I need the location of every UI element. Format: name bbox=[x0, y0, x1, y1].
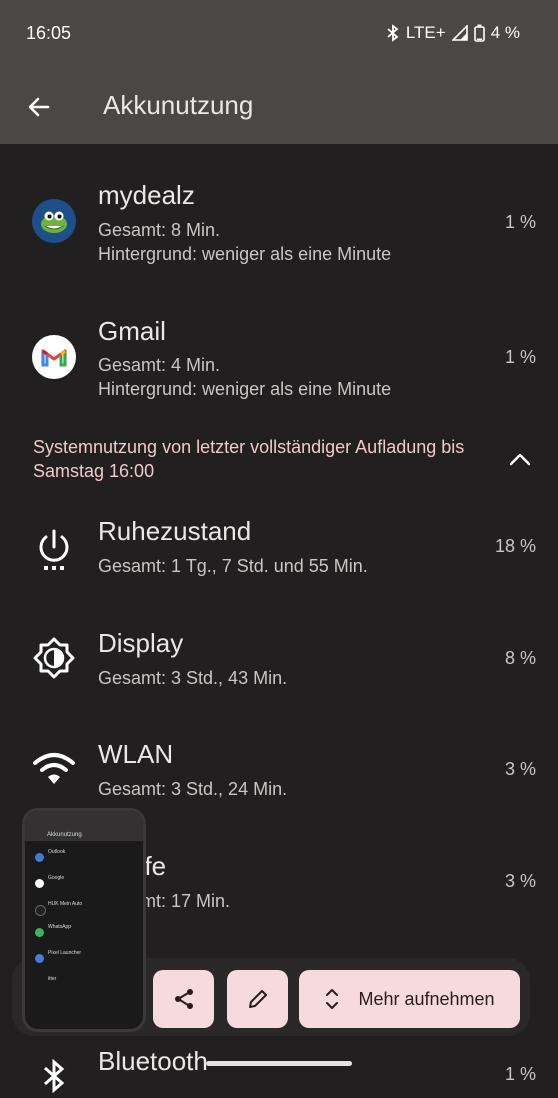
chevron-up-icon bbox=[509, 453, 531, 466]
page-title: Akkunutzung bbox=[103, 90, 254, 120]
network-type: LTE+ bbox=[405, 23, 446, 42]
usage-percent: 8 % bbox=[504, 648, 536, 668]
status-time: 16:05 bbox=[26, 23, 72, 43]
usage-percent: 1 % bbox=[504, 1064, 536, 1084]
thumbnail-item: itter bbox=[48, 976, 57, 982]
share-button[interactable] bbox=[153, 970, 214, 1028]
status-icons: LTE+ 4 % bbox=[386, 23, 520, 43]
back-arrow-icon bbox=[28, 97, 50, 117]
app-name: mydealz bbox=[98, 180, 195, 210]
capture-more-button[interactable]: Mehr aufnehmen bbox=[299, 970, 520, 1028]
thumbnail-app-icon bbox=[35, 879, 44, 888]
edit-button[interactable] bbox=[227, 970, 288, 1028]
total-usage: Gesamt: 3 Std., 43 Min. bbox=[98, 668, 288, 688]
mydealz-app-icon bbox=[32, 199, 76, 243]
battery-percent: 4 % bbox=[490, 23, 520, 42]
total-usage: Gesamt: 8 Min. bbox=[98, 220, 221, 240]
system-row-display[interactable]: Display Gesamt: 3 Std., 43 Min. 8 % bbox=[0, 622, 558, 712]
system-item-name: Ruhezustand bbox=[98, 516, 252, 546]
system-item-name: Bluetooth bbox=[98, 1046, 208, 1076]
thumbnail-item: Outlook bbox=[48, 849, 66, 855]
pencil-icon bbox=[248, 990, 267, 1008]
system-row-ruhezustand[interactable]: Ruhezustand Gesamt: 1 Tg., 7 Std. und 55… bbox=[0, 510, 558, 600]
thumbnail-app-icon bbox=[35, 928, 44, 937]
gmail-app-icon bbox=[32, 335, 76, 379]
background-usage: Hintergrund: weniger als eine Minute bbox=[98, 244, 392, 264]
capture-more-label: Mehr aufnehmen bbox=[358, 988, 495, 1009]
usage-percent: 3 % bbox=[504, 871, 536, 891]
total-usage: Gesamt: 3 Std., 24 Min. bbox=[98, 779, 288, 799]
usage-percent: 1 % bbox=[504, 212, 536, 232]
usage-percent: 3 % bbox=[504, 759, 536, 779]
thumbnail-app-icon bbox=[35, 853, 44, 862]
display-brightness-icon bbox=[32, 636, 76, 680]
signal-icon bbox=[451, 25, 468, 41]
app-bar bbox=[0, 0, 558, 144]
collapse-button[interactable] bbox=[505, 444, 535, 474]
wifi-icon bbox=[32, 747, 76, 791]
power-icon bbox=[32, 528, 76, 572]
app-usage-row-gmail[interactable]: Gmail Gesamt: 4 Min. Hintergrund: wenige… bbox=[0, 305, 558, 415]
total-usage: Gesamt: 4 Min. bbox=[98, 355, 221, 375]
system-item-name: Display bbox=[98, 628, 184, 658]
app-name: Gmail bbox=[98, 316, 166, 346]
thumbnail-app-icon bbox=[35, 905, 46, 916]
back-button[interactable] bbox=[22, 90, 56, 124]
usage-percent: 18 % bbox=[494, 536, 536, 556]
app-usage-row-mydealz[interactable]: mydealz Gesamt: 8 Min. Hintergrund: weni… bbox=[0, 170, 558, 280]
system-item-name: WLAN bbox=[98, 739, 174, 769]
thumbnail-app-icon bbox=[35, 954, 44, 963]
home-gesture-bar[interactable] bbox=[206, 1061, 352, 1066]
battery-icon bbox=[473, 24, 485, 42]
thumbnail-item: WhatsApp bbox=[48, 924, 72, 930]
total-usage: Gesamt: 1 Tg., 7 Std. und 55 Min. bbox=[98, 556, 368, 576]
bluetooth-status-icon bbox=[386, 24, 400, 42]
thumbnail-item: Google bbox=[48, 875, 65, 881]
share-icon bbox=[174, 989, 193, 1009]
usage-percent: 1 % bbox=[504, 347, 536, 367]
thumbnail-item: HUK Mein Auto bbox=[48, 901, 83, 907]
expand-icon bbox=[326, 989, 339, 1009]
total-usage: mt: 17 Min. bbox=[141, 891, 231, 911]
bluetooth-icon bbox=[32, 1054, 76, 1098]
system-usage-header: Systemnutzung von letzter vollständiger … bbox=[33, 437, 465, 481]
thumbnail-app-bar bbox=[25, 811, 143, 841]
screenshot-thumbnail[interactable]: Akkunutzung Outlook Google HUK Mein Auto… bbox=[22, 808, 146, 1032]
background-usage: Hintergrund: weniger als eine Minute bbox=[98, 379, 392, 399]
thumbnail-title: Akkunutzung bbox=[47, 832, 82, 838]
thumbnail-item: Pixel Launcher bbox=[48, 950, 82, 956]
